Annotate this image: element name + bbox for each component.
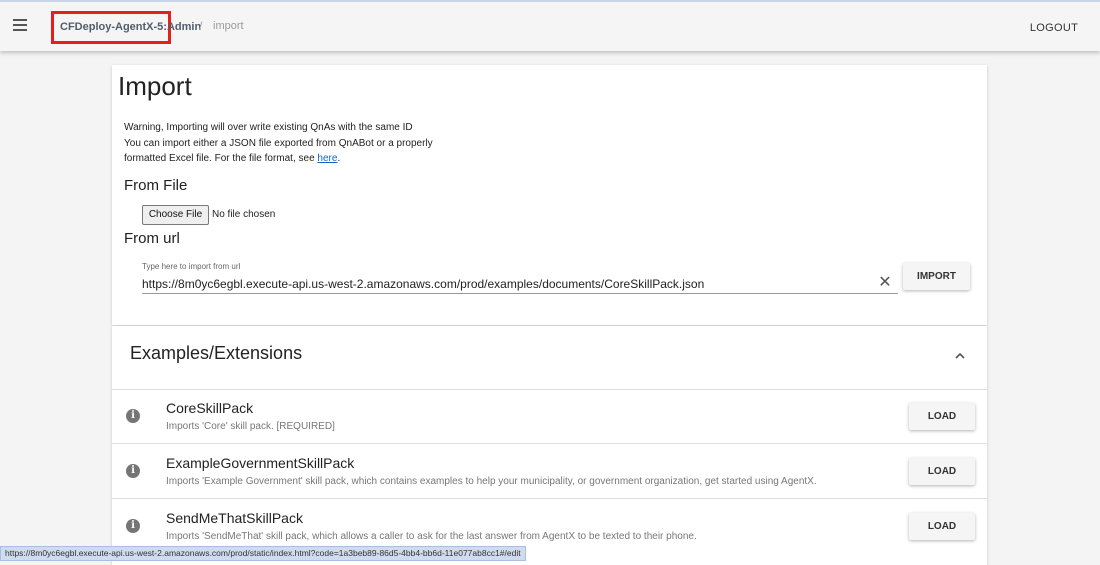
info-icon: i: [126, 409, 140, 423]
from-url-heading: From url: [124, 230, 180, 247]
import-card: Import Warning, Importing will over writ…: [112, 65, 987, 325]
import-button[interactable]: IMPORT: [903, 263, 970, 290]
example-name: CoreSkillPack: [166, 400, 254, 416]
load-button[interactable]: LOAD: [909, 403, 975, 430]
import-warning-text: Warning, Importing will over write exist…: [124, 120, 433, 167]
example-description: Imports 'Core' skill pack. [REQUIRED]: [166, 421, 335, 432]
no-file-chosen-text: No file chosen: [212, 209, 276, 220]
examples-card: Examples/Extensions i CoreSkillPack Impo…: [112, 326, 987, 565]
info-icon: i: [126, 464, 140, 478]
clear-icon[interactable]: ✕: [877, 273, 893, 293]
chevron-up-icon[interactable]: [954, 350, 966, 362]
warning-line-2: You can import either a JSON file export…: [124, 137, 433, 149]
page-title: Import: [118, 71, 192, 101]
logout-button[interactable]: LOGOUT: [1022, 16, 1086, 40]
example-description: Imports 'Example Government' skill pack,…: [166, 476, 817, 487]
example-description: Imports 'SendMeThat' skill pack, which a…: [166, 531, 697, 542]
top-app-bar: CFDeploy-AgentX-5:Admin / import LOGOUT: [0, 0, 1100, 51]
file-format-help-link[interactable]: here: [317, 153, 337, 164]
example-name: SendMeThatSkillPack: [166, 510, 303, 526]
import-url-input[interactable]: [142, 274, 898, 294]
from-file-heading: From File: [124, 177, 188, 194]
url-field-label: Type here to import from url: [142, 262, 241, 271]
example-item-examplegovernmentskillpack: i ExampleGovernmentSkillPack Imports 'Ex…: [112, 445, 987, 499]
examples-title: Examples/Extensions: [130, 343, 303, 363]
warning-line-1: Warning, Importing will over write exist…: [124, 122, 413, 133]
choose-file-button[interactable]: Choose File: [142, 205, 209, 225]
breadcrumb-app-name[interactable]: CFDeploy-AgentX-5:Admin: [51, 11, 201, 44]
example-item-coreskillpack: i CoreSkillPack Imports 'Core' skill pac…: [112, 390, 987, 444]
status-bar-url: https://8m0yc6egbl.execute-api.us-west-2…: [0, 546, 526, 561]
hamburger-menu-icon[interactable]: [10, 16, 30, 36]
breadcrumb-page: import: [213, 20, 244, 32]
load-button[interactable]: LOAD: [909, 458, 975, 485]
examples-expansion-header[interactable]: Examples/Extensions: [112, 326, 987, 390]
load-button[interactable]: LOAD: [909, 513, 975, 540]
warning-line-3-prefix: formatted Excel file. For the file forma…: [124, 153, 318, 164]
info-icon: i: [126, 519, 140, 533]
warning-line-3-suffix: .: [337, 153, 341, 164]
warning-line-3: formatted Excel file. For the file forma…: [124, 151, 433, 167]
example-name: ExampleGovernmentSkillPack: [166, 455, 355, 471]
breadcrumb-separator: /: [199, 19, 203, 33]
